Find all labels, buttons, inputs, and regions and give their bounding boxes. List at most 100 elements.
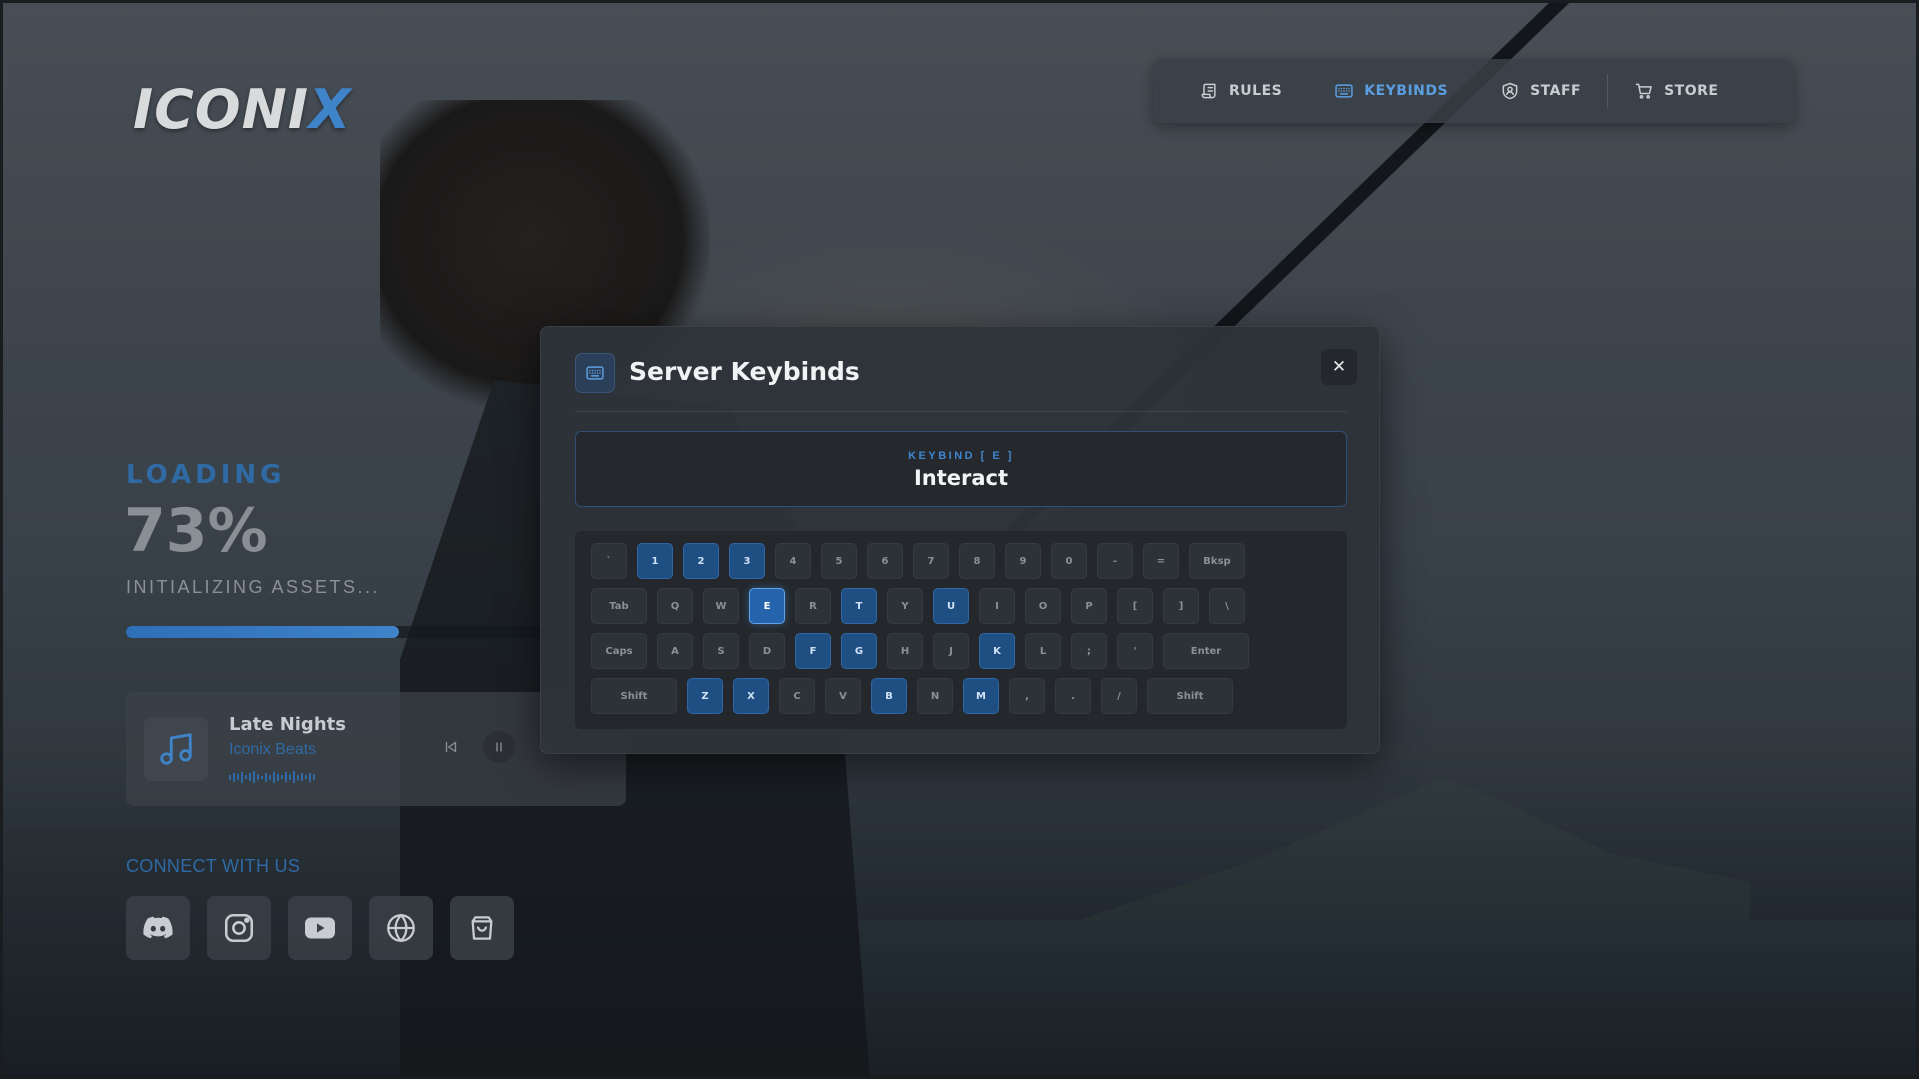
key-w[interactable]: W <box>703 588 739 624</box>
key-c[interactable]: C <box>779 678 815 714</box>
key-d[interactable]: D <box>749 633 785 669</box>
close-icon: ✕ <box>1331 357 1347 376</box>
keybinds-modal: Server Keybinds ✕ KEYBIND [ E ] Interact… <box>540 326 1380 754</box>
key-equals[interactable]: = <box>1143 543 1179 579</box>
key-rbracket[interactable]: ] <box>1163 588 1199 624</box>
keyboard-row: ` 1 2 3 4 5 6 7 8 9 0- = Bksp <box>591 543 1331 579</box>
music-note-icon <box>144 717 208 781</box>
key-e[interactable]: E <box>749 588 785 624</box>
key-a[interactable]: A <box>657 633 693 669</box>
key-p[interactable]: P <box>1071 588 1107 624</box>
loading-percentage: 73% <box>124 496 268 566</box>
progress-bar <box>126 626 581 638</box>
shopping-bag-icon <box>471 916 493 940</box>
progress-fill <box>126 626 399 638</box>
key-k[interactable]: K <box>979 633 1015 669</box>
youtube-icon <box>305 917 335 939</box>
key-x[interactable]: X <box>733 678 769 714</box>
key-caps[interactable]: Caps <box>591 633 647 669</box>
key-2[interactable]: 2 <box>683 543 719 579</box>
keyboard-row: Caps A S D F G H J K L; ' Enter <box>591 633 1331 669</box>
pause-icon <box>496 742 502 752</box>
key-f[interactable]: F <box>795 633 831 669</box>
key-s[interactable]: S <box>703 633 739 669</box>
discord-icon <box>143 916 173 939</box>
key-y[interactable]: Y <box>887 588 923 624</box>
scroll-icon <box>1201 83 1216 99</box>
youtube-button[interactable] <box>288 896 352 960</box>
instagram-icon <box>224 913 254 943</box>
cart-icon <box>1635 83 1652 99</box>
shield-user-icon <box>1502 82 1518 100</box>
key-7[interactable]: 7 <box>913 543 949 579</box>
audio-waveform <box>229 771 315 783</box>
key-z[interactable]: Z <box>687 678 723 714</box>
track-title: Late Nights <box>229 714 346 735</box>
keyboard-row: Shift Z X C V B N M,. / Shift <box>591 678 1331 714</box>
key-5[interactable]: 5 <box>821 543 857 579</box>
pause-button[interactable] <box>483 731 515 763</box>
key-enter[interactable]: Enter <box>1163 633 1249 669</box>
previous-icon <box>445 741 457 753</box>
key-o[interactable]: O <box>1025 588 1061 624</box>
key-h[interactable]: H <box>887 633 923 669</box>
key-t[interactable]: T <box>841 588 877 624</box>
key-b[interactable]: B <box>871 678 907 714</box>
key-l[interactable]: L <box>1025 633 1061 669</box>
key-minus[interactable]: - <box>1097 543 1133 579</box>
nav-keybinds[interactable]: KEYBINDS <box>1308 59 1474 123</box>
key-backtick[interactable]: ` <box>591 543 627 579</box>
key-comma[interactable]: , <box>1009 678 1045 714</box>
key-4[interactable]: 4 <box>775 543 811 579</box>
nav-keybinds-label: KEYBINDS <box>1364 83 1449 99</box>
nav-rules[interactable]: RULES <box>1173 59 1308 123</box>
store-button[interactable] <box>450 896 514 960</box>
iconix-logo: ICONIX <box>133 78 352 141</box>
nav-store[interactable]: STORE <box>1608 59 1744 123</box>
nav-staff[interactable]: STAFF <box>1474 59 1607 123</box>
modal-title: Server Keybinds <box>629 357 860 386</box>
instagram-button[interactable] <box>207 896 271 960</box>
key-6[interactable]: 6 <box>867 543 903 579</box>
key-8[interactable]: 8 <box>959 543 995 579</box>
connect-heading: CONNECT WITH US <box>126 856 301 876</box>
key-9[interactable]: 9 <box>1005 543 1041 579</box>
keyboard-icon <box>1335 84 1353 98</box>
previous-track-button[interactable] <box>435 731 467 763</box>
keybind-info-panel: KEYBIND [ E ] Interact <box>575 431 1347 507</box>
nav-staff-label: STAFF <box>1530 83 1582 99</box>
close-button[interactable]: ✕ <box>1321 349 1357 385</box>
key-v[interactable]: V <box>825 678 861 714</box>
key-j[interactable]: J <box>933 633 969 669</box>
key-shift[interactable]: Shift <box>1147 678 1233 714</box>
key-bksp[interactable]: Bksp <box>1189 543 1245 579</box>
discord-button[interactable] <box>126 896 190 960</box>
key-quote[interactable]: ' <box>1117 633 1153 669</box>
key-lbracket[interactable]: [ <box>1117 588 1153 624</box>
virtual-keyboard: ` 1 2 3 4 5 6 7 8 9 0- = Bksp Tab Q W E R T Y U I O P [] \ Caps A S D… <box>575 531 1347 729</box>
key-i[interactable]: I <box>979 588 1015 624</box>
keyboard-icon <box>575 353 615 393</box>
key-r[interactable]: R <box>795 588 831 624</box>
key-1[interactable]: 1 <box>637 543 673 579</box>
key-u[interactable]: U <box>933 588 969 624</box>
key-0[interactable]: 0 <box>1051 543 1087 579</box>
key-3[interactable]: 3 <box>729 543 765 579</box>
key-backslash[interactable]: \ <box>1209 588 1245 624</box>
key-m[interactable]: M <box>963 678 999 714</box>
key-g[interactable]: G <box>841 633 877 669</box>
key-period[interactable]: . <box>1055 678 1091 714</box>
key-q[interactable]: Q <box>657 588 693 624</box>
social-links <box>126 896 514 960</box>
key-n[interactable]: N <box>917 678 953 714</box>
website-button[interactable] <box>369 896 433 960</box>
keyboard-row: Tab Q W E R T Y U I O P [] \ <box>591 588 1331 624</box>
track-artist: Iconix Beats <box>229 741 317 758</box>
key-semicolon[interactable]: ; <box>1071 633 1107 669</box>
nav-rules-label: RULES <box>1229 83 1283 99</box>
key-slash[interactable]: / <box>1101 678 1137 714</box>
key-tab[interactable]: Tab <box>591 588 647 624</box>
keybind-caption: KEYBIND [ E ] <box>908 450 1014 462</box>
key-shift[interactable]: Shift <box>591 678 677 714</box>
loading-label: LOADING <box>126 460 286 490</box>
